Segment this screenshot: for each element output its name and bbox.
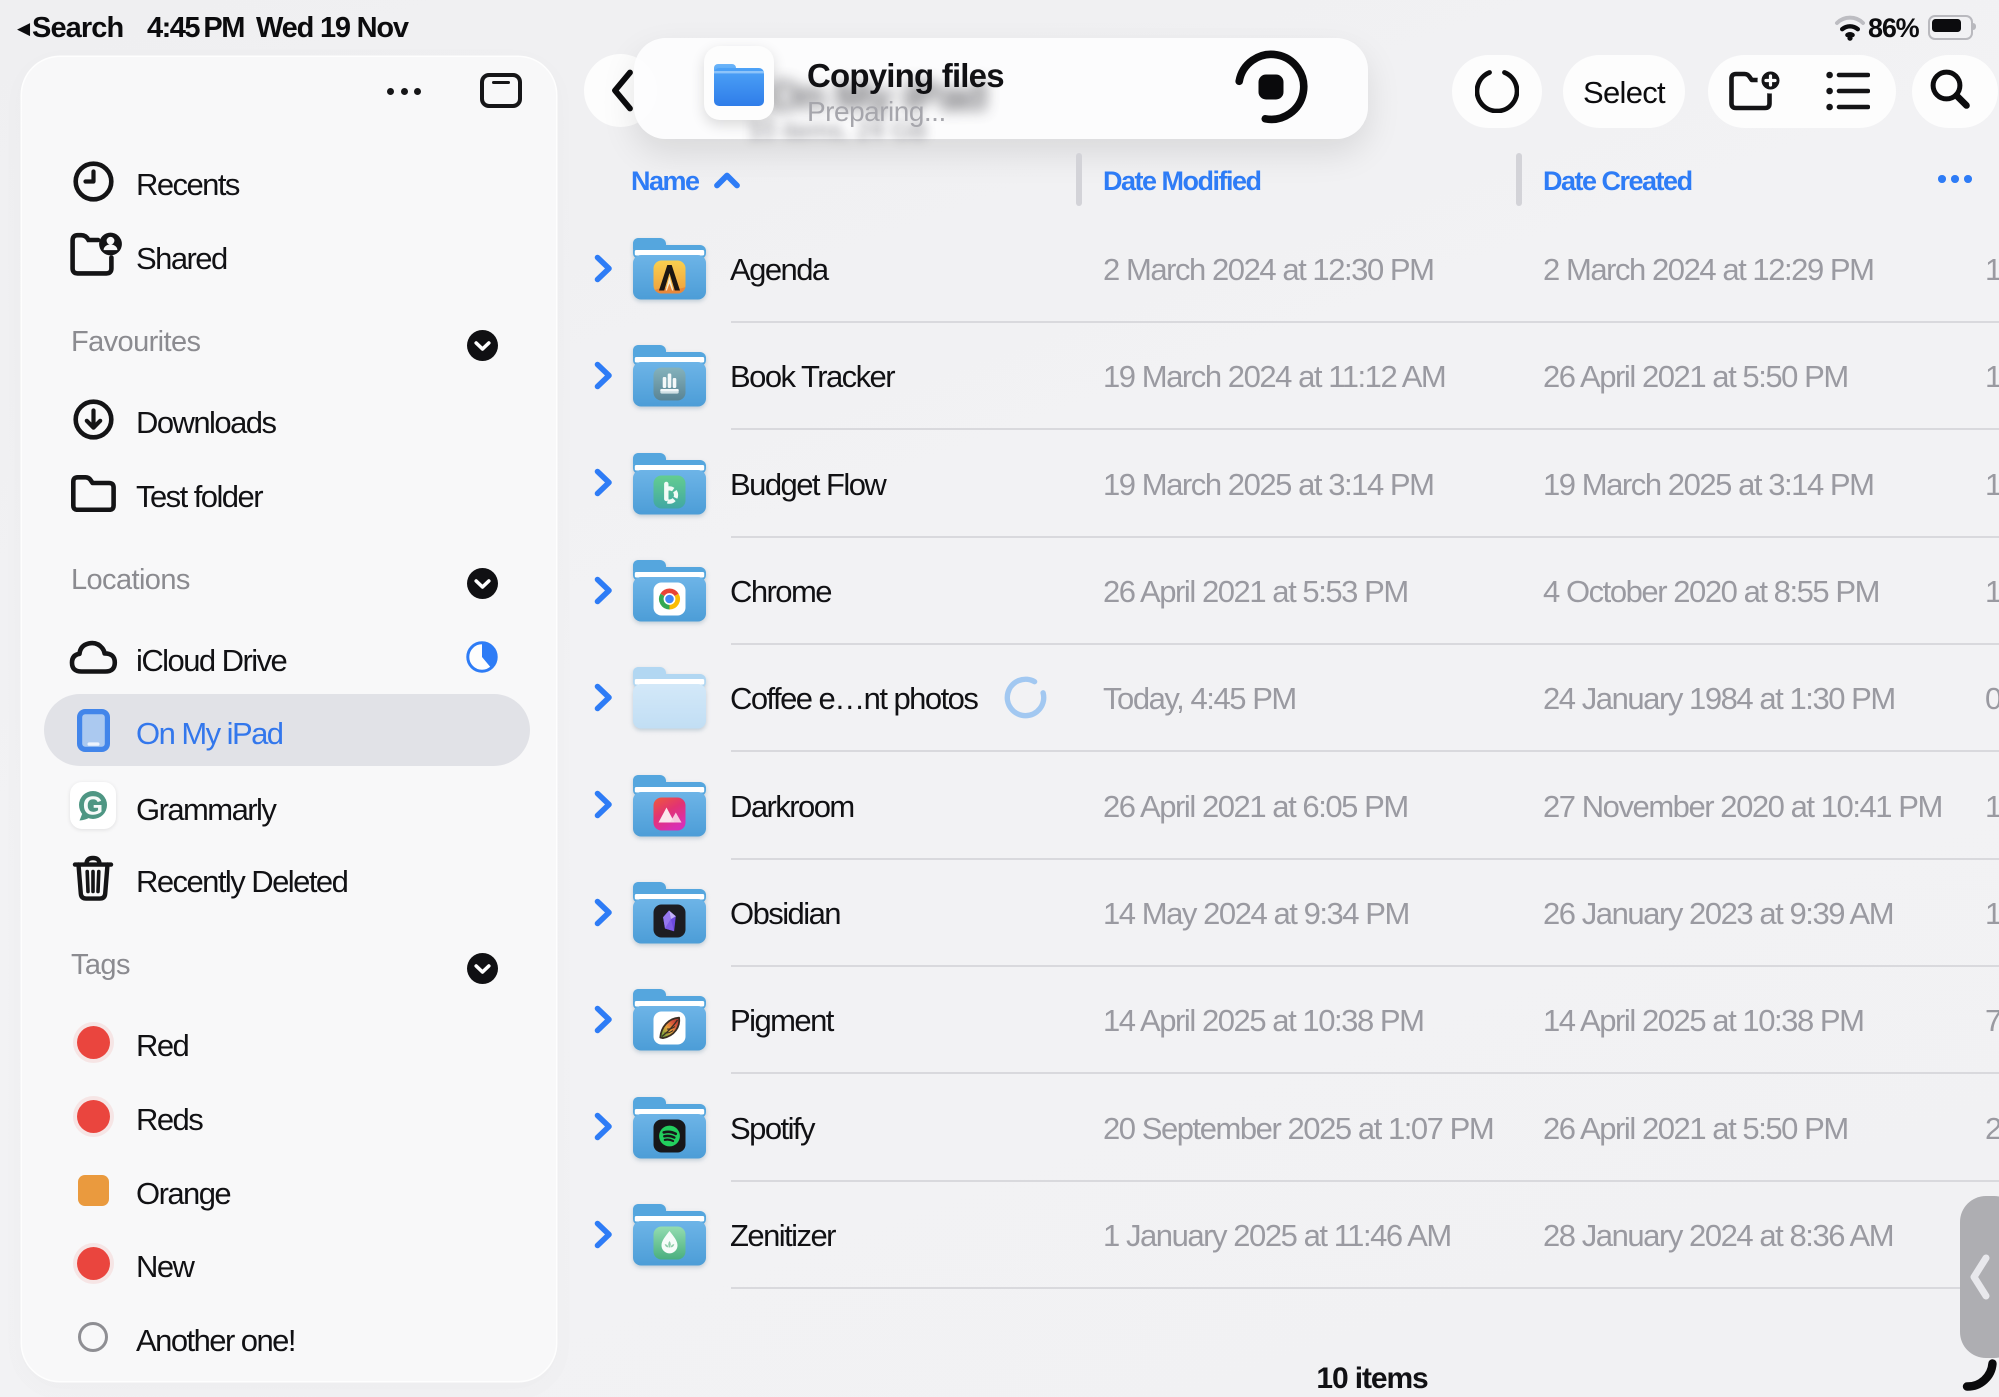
svg-text:G: G — [83, 791, 103, 821]
